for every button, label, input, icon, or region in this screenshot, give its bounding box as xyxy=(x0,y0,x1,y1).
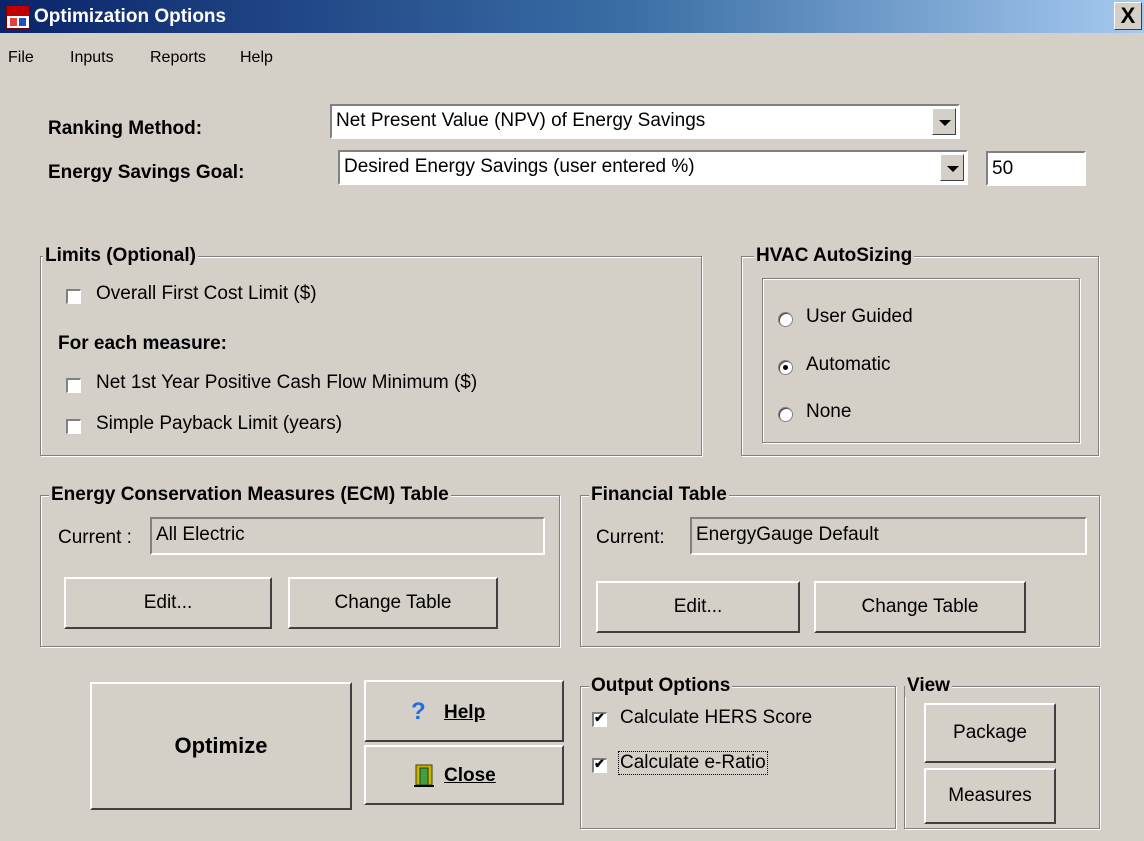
output-options-title: Output Options xyxy=(589,675,733,697)
title-bar[interactable]: Optimization Options xyxy=(0,0,1144,33)
ecm-current-label: Current : xyxy=(58,527,132,548)
automatic-label: Automatic xyxy=(806,354,891,375)
help-question-icon: ? xyxy=(411,698,426,725)
radio-automatic[interactable] xyxy=(778,360,793,375)
ecm-group-title: Energy Conservation Measures (ECM) Table xyxy=(49,484,451,506)
overall-cost-label: Overall First Cost Limit ($) xyxy=(96,283,317,304)
radio-user-guided[interactable] xyxy=(778,312,793,327)
view-package-button[interactable]: Package xyxy=(924,703,1056,763)
chevron-down-icon[interactable] xyxy=(932,108,956,135)
optimize-button[interactable]: Optimize xyxy=(90,682,352,810)
door-exit-icon xyxy=(414,763,434,787)
view-measures-button[interactable]: Measures xyxy=(924,768,1056,824)
ecm-current-field: All Electric xyxy=(150,517,545,555)
cashflow-label: Net 1st Year Positive Cash Flow Minimum … xyxy=(96,372,478,393)
payback-label: Simple Payback Limit (years) xyxy=(96,413,343,434)
menu-help-label: Help xyxy=(240,49,273,66)
view-group-title: View xyxy=(905,675,952,697)
hers-score-label: Calculate HERS Score xyxy=(620,707,813,728)
goal-percent-value: 50 xyxy=(992,158,1014,179)
ecm-edit-label: Edit... xyxy=(143,592,193,613)
limits-group-title: Limits (Optional) xyxy=(43,245,198,267)
view-package-label: Package xyxy=(953,722,1027,743)
cashflow-checkbox[interactable] xyxy=(66,378,81,393)
menu-inputs[interactable]: Inputs xyxy=(70,49,114,67)
ecm-change-table-button[interactable]: Change Table xyxy=(288,577,498,629)
app-icon xyxy=(6,5,30,29)
payback-checkbox[interactable] xyxy=(66,419,81,434)
menu-reports[interactable]: Reports xyxy=(150,49,206,67)
hers-score-checkbox[interactable] xyxy=(592,710,607,727)
user-guided-label: User Guided xyxy=(806,306,913,327)
goal-percent-input[interactable]: 50 xyxy=(986,151,1086,186)
optimize-label: Optimize xyxy=(174,733,268,758)
close-button[interactable]: Close xyxy=(364,745,564,805)
none-label: None xyxy=(806,401,852,422)
ecm-current-value: All Electric xyxy=(156,524,245,545)
chevron-down-icon[interactable] xyxy=(940,154,964,181)
close-window-button[interactable]: X xyxy=(1114,2,1142,30)
view-measures-label: Measures xyxy=(948,785,1032,806)
eratio-label: Calculate e-Ratio xyxy=(618,751,768,775)
menu-file[interactable]: File xyxy=(8,49,34,67)
energy-goal-label: Energy Savings Goal: xyxy=(48,162,245,183)
energy-goal-value: Desired Energy Savings (user entered %) xyxy=(344,156,695,177)
ranking-method-label: Ranking Method: xyxy=(48,118,203,139)
financial-current-value: EnergyGauge Default xyxy=(696,524,879,545)
financial-current-field: EnergyGauge Default xyxy=(690,517,1087,555)
energy-goal-select[interactable]: Desired Energy Savings (user entered %) xyxy=(338,150,968,185)
financial-edit-button[interactable]: Edit... xyxy=(596,581,800,633)
overall-cost-checkbox[interactable] xyxy=(66,289,81,304)
ecm-edit-button[interactable]: Edit... xyxy=(64,577,272,629)
menu-inputs-label: Inputs xyxy=(70,49,114,66)
financial-edit-label: Edit... xyxy=(673,596,723,617)
help-label: Help xyxy=(444,702,486,723)
financial-current-label: Current: xyxy=(596,527,665,548)
window-title: Optimization Options xyxy=(34,6,227,27)
financial-group-title: Financial Table xyxy=(589,484,729,506)
ecm-change-table-label: Change Table xyxy=(334,592,452,613)
ranking-method-value: Net Present Value (NPV) of Energy Saving… xyxy=(336,110,706,131)
menu-reports-label: Reports xyxy=(150,49,207,66)
close-label: Close xyxy=(444,765,496,786)
financial-change-table-label: Change Table xyxy=(861,596,979,617)
radio-none[interactable] xyxy=(778,407,793,422)
ranking-method-select[interactable]: Net Present Value (NPV) of Energy Saving… xyxy=(330,104,960,139)
for-each-measure-heading: For each measure: xyxy=(58,333,227,354)
menu-help[interactable]: Help xyxy=(240,49,273,67)
help-button[interactable]: ? Help xyxy=(364,680,564,742)
menu-file-label: File xyxy=(8,49,34,66)
hvac-group-title: HVAC AutoSizing xyxy=(754,245,915,267)
eratio-checkbox[interactable] xyxy=(592,756,607,773)
financial-change-table-button[interactable]: Change Table xyxy=(814,581,1026,633)
